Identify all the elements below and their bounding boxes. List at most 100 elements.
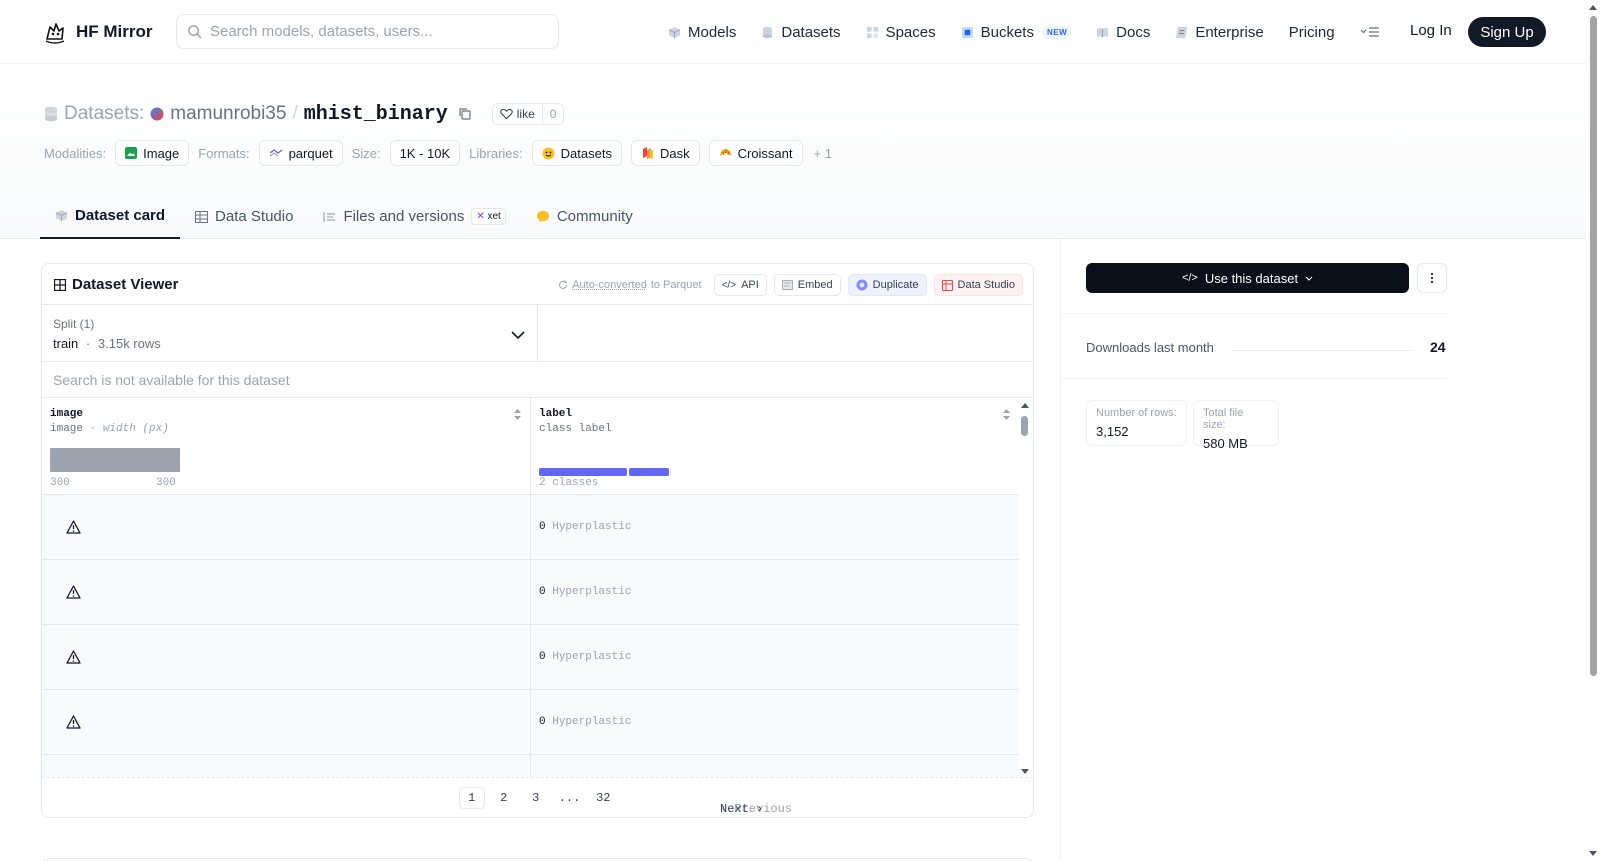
search-input[interactable] (210, 23, 530, 40)
data-studio-button[interactable]: Data Studio (933, 274, 1023, 296)
scroll-down-icon[interactable] (1586, 849, 1600, 859)
table-scrollbar[interactable] (1017, 398, 1033, 779)
sort-icon[interactable] (1002, 408, 1011, 421)
table-icon (195, 210, 209, 223)
label-cell: 0 Hyperplastic (539, 716, 631, 728)
repo-title: Datasets: mamunrobi35 / mhist_binary lik… (44, 102, 565, 126)
data-studio-icon (941, 279, 953, 291)
tag-library-croissant[interactable]: Croissant (708, 140, 803, 166)
tag-format-parquet[interactable]: parquet (258, 140, 343, 166)
duplicate-button[interactable]: Duplicate (847, 274, 927, 296)
nav-buckets[interactable]: Buckets NEW (961, 24, 1072, 41)
nav-more-menu[interactable] (1360, 26, 1380, 38)
image-icon (125, 147, 138, 159)
tag-library-datasets[interactable]: Datasets (531, 140, 622, 166)
nav-pricing[interactable]: Pricing (1289, 24, 1335, 41)
code-icon: </> (721, 279, 737, 291)
scroll-up-icon[interactable] (1017, 400, 1033, 410)
size-label: Size: (351, 145, 381, 161)
downloads-value: 24 (1430, 339, 1446, 355)
tag-size[interactable]: 1K - 10K (389, 140, 461, 166)
code-icon: </> (1181, 272, 1198, 284)
scroll-down-icon[interactable] (1017, 767, 1033, 777)
label-name: Hyperplastic (552, 651, 632, 663)
class-bar-other[interactable] (629, 468, 669, 476)
dask-icon (642, 146, 653, 159)
api-button[interactable]: </> API (713, 274, 767, 296)
embed-label: Embed (797, 279, 833, 291)
page-32-button[interactable]: 32 (590, 787, 616, 809)
nav-enterprise[interactable]: Enterprise (1175, 24, 1264, 41)
tab-files-versions[interactable]: Files and versions ✕ xet (308, 194, 520, 239)
nav-datasets[interactable]: Datasets (761, 24, 841, 41)
tab-community-label: Community (556, 208, 633, 225)
sort-icon[interactable] (513, 408, 522, 421)
brand[interactable]: HF Mirror (42, 19, 153, 45)
split-name: train (53, 336, 79, 351)
page-2-button[interactable]: 2 (491, 787, 517, 809)
search-not-available: Search is not available for this dataset (42, 362, 1033, 398)
stat-value: 580 MB (1203, 436, 1248, 451)
page-3-button[interactable]: 3 (523, 787, 549, 809)
viewer-title-label: Dataset Viewer (72, 276, 179, 293)
more-libraries[interactable]: + 1 (814, 146, 832, 161)
stat-label: Number of rows: (1096, 407, 1177, 419)
page-1-button[interactable]: 1 (458, 786, 485, 809)
nav-spaces[interactable]: Spaces (866, 24, 936, 41)
repo-tags: Modalities: Image Formats: parquet Size:… (44, 140, 832, 166)
class-bar-hyperplastic[interactable] (539, 468, 627, 476)
page-scrollbar[interactable] (1586, 0, 1600, 861)
table-row[interactable] (42, 755, 1019, 779)
menu-icon (1360, 27, 1379, 37)
tag-modality-image[interactable]: Image (115, 140, 190, 166)
page-ellipsis: ... (558, 790, 581, 805)
xet-icon: ✕ (476, 211, 485, 222)
tab-community[interactable]: Community (521, 194, 648, 239)
next-page-button[interactable]: Next › (710, 798, 773, 817)
libraries-label: Libraries: (469, 145, 523, 161)
table-row[interactable]: 0 Hyperplastic (42, 690, 1019, 755)
tab-dataset-card[interactable]: Dataset card (40, 194, 181, 239)
nav-models[interactable]: Models (668, 24, 736, 41)
nav-docs[interactable]: Docs (1096, 24, 1150, 41)
scroll-up-icon[interactable] (1586, 2, 1600, 12)
stat-value: 3,152 (1096, 424, 1129, 439)
search-box[interactable] (176, 14, 559, 49)
pagination: ‹ Previous 1 2 3 ... 32 Next › (42, 777, 1033, 817)
width-histogram-bar[interactable] (50, 448, 180, 472)
hf-emoji-icon (542, 147, 555, 159)
viewer-header: Dataset Viewer Auto-converted to Parquet… (42, 264, 1033, 305)
signup-button[interactable]: Sign Up (1468, 17, 1546, 47)
use-this-dataset-button[interactable]: </> Use this dataset (1086, 263, 1409, 293)
table-row[interactable]: 0 Hyperplastic (42, 625, 1019, 690)
viewer-actions: Auto-converted to Parquet </> API Embed … (558, 274, 1023, 296)
next-label: Next (720, 802, 749, 816)
auto-converted-link[interactable]: Auto-converted (572, 279, 647, 291)
tag-size-label: 1K - 10K (399, 145, 451, 161)
table-row[interactable]: 0 Hyperplastic (42, 560, 1019, 625)
scrollbar-thumb[interactable] (1021, 416, 1028, 436)
viewer-title: Dataset Viewer (54, 276, 178, 293)
stat-number-of-rows: Number of rows: 3,152 (1086, 400, 1187, 446)
image-cell (42, 690, 531, 754)
search-icon (188, 25, 202, 39)
tag-library-dask[interactable]: Dask (630, 140, 700, 166)
embed-button[interactable]: Embed (773, 274, 841, 296)
table-row[interactable]: 0 Hyperplastic (42, 495, 1019, 560)
page-scrollbar-thumb[interactable] (1590, 16, 1597, 676)
label-id: 0 (539, 586, 546, 598)
label-name: Hyperplastic (552, 586, 632, 598)
repo-name[interactable]: mhist_binary (304, 103, 448, 126)
tab-data-studio[interactable]: Data Studio (180, 194, 308, 239)
tag-modality-label: Image (143, 145, 180, 161)
duplicate-label: Duplicate (872, 279, 919, 291)
like-button[interactable]: like 0 (491, 103, 565, 125)
more-options-button[interactable] (1417, 263, 1447, 293)
repo-owner[interactable]: mamunrobi35 (170, 103, 286, 125)
split-selector[interactable]: Split (1) train · 3.15k rows (42, 305, 538, 362)
copy-icon[interactable] (458, 107, 472, 121)
community-icon (536, 211, 549, 222)
croissant-icon (719, 148, 731, 156)
login-link[interactable]: Log In (1410, 22, 1452, 39)
buckets-icon (961, 26, 973, 38)
